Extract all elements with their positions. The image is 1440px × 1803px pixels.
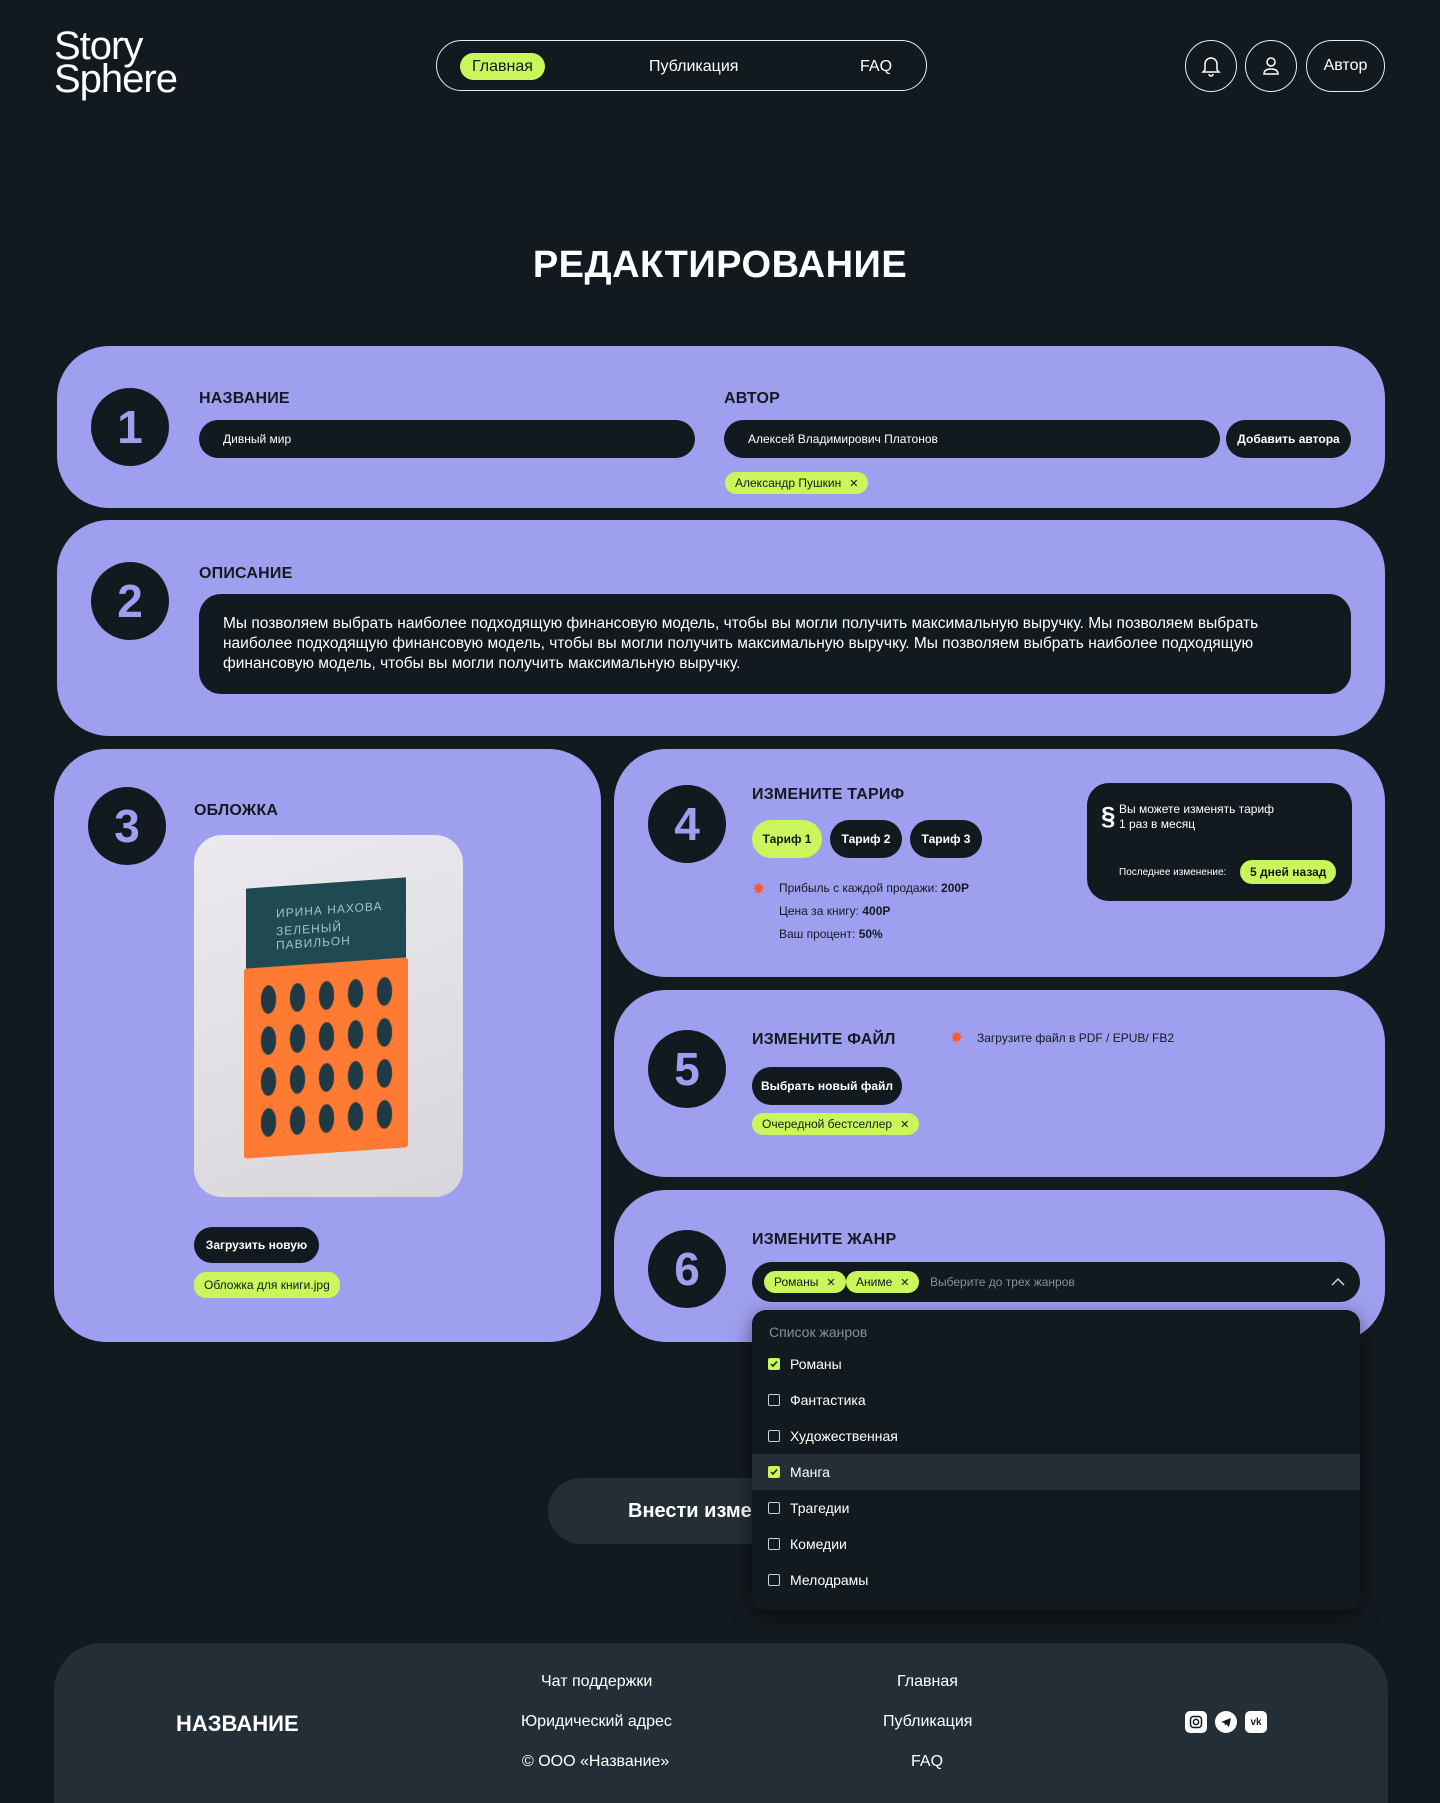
- step-number: 2: [91, 562, 169, 640]
- tariff-note: § Вы можете изменять тариф 1 раз в месяц…: [1087, 783, 1352, 901]
- section-title-author: 1 НАЗВАНИЕ Дивный мир АВТОР Алексей Влад…: [57, 346, 1385, 508]
- section-tariff: 4 ИЗМЕНИТЕ ТАРИФ Тариф 1 Тариф 2 Тариф 3…: [614, 749, 1385, 977]
- nav-home[interactable]: Главная: [460, 53, 545, 80]
- step-number: 5: [648, 1030, 726, 1108]
- checkbox-checked[interactable]: [768, 1358, 780, 1370]
- nav-publication[interactable]: Публикация: [649, 53, 738, 80]
- title-label: НАЗВАНИЕ: [199, 390, 290, 407]
- sparkle-icon: ✸: [752, 881, 766, 898]
- author-button[interactable]: Автор: [1306, 40, 1385, 92]
- close-icon[interactable]: ✕: [826, 1276, 835, 1289]
- sparkle-icon: ✸: [950, 1030, 964, 1047]
- checkbox[interactable]: [768, 1502, 780, 1514]
- genre-option-melodramy[interactable]: Мелодрамы: [752, 1562, 1360, 1598]
- bell-icon: [1201, 57, 1221, 77]
- author-chip[interactable]: Александр Пушкин ✕: [725, 472, 869, 494]
- genre-option-romany[interactable]: Романы: [752, 1346, 1360, 1382]
- genre-chip[interactable]: Аниме ✕: [846, 1271, 920, 1293]
- genre-option-manga[interactable]: Манга: [752, 1454, 1360, 1490]
- nav-faq[interactable]: FAQ: [860, 53, 892, 80]
- checkbox-checked[interactable]: [768, 1466, 780, 1478]
- genre-list-title: Список жанров: [769, 1324, 868, 1340]
- footer-brand: НАЗВАНИЕ: [176, 1711, 299, 1736]
- add-author-button[interactable]: Добавить автора: [1226, 420, 1351, 458]
- footer-link-legal[interactable]: Юридический адрес: [521, 1713, 672, 1731]
- footer-link-home[interactable]: Главная: [897, 1673, 958, 1691]
- page-title: РЕДАКТИРОВАНИЕ: [532, 244, 908, 286]
- genre-option-fantastika[interactable]: Фантастика: [752, 1382, 1360, 1418]
- cover-label: ОБЛОЖКА: [194, 802, 279, 819]
- section-file: 5 ИЗМЕНИТЕ ФАЙЛ ✸ Загрузите файл в PDF /…: [614, 990, 1385, 1177]
- checkbox[interactable]: [768, 1394, 780, 1406]
- description-textarea[interactable]: Мы позволяем выбрать наиболее подходящую…: [199, 594, 1351, 694]
- tariff-1-button[interactable]: Тариф 1: [752, 820, 822, 858]
- genre-option-komedii[interactable]: Комедии: [752, 1526, 1360, 1562]
- instagram-icon[interactable]: [1185, 1711, 1207, 1733]
- telegram-icon[interactable]: [1215, 1711, 1237, 1733]
- checkbox[interactable]: [768, 1538, 780, 1550]
- footer-copyright: © ООО «Название»: [522, 1753, 670, 1770]
- footer-link-faq[interactable]: FAQ: [911, 1753, 943, 1771]
- logo[interactable]: Story Sphere: [54, 26, 178, 99]
- genre-placeholder: Выберите до трех жанров: [930, 1275, 1075, 1289]
- checkbox[interactable]: [768, 1430, 780, 1442]
- cover-image: ИРИНА НАХОВА ЗЕЛЕНЫЙ ПАВИЛЬОН: [194, 835, 463, 1197]
- genre-chip[interactable]: Романы ✕: [764, 1271, 846, 1293]
- close-icon[interactable]: ✕: [900, 1118, 909, 1131]
- footer-link-support[interactable]: Чат поддержки: [541, 1673, 652, 1691]
- genre-option-hudozhestvennaya[interactable]: Художественная: [752, 1418, 1360, 1454]
- description-label: ОПИСАНИЕ: [199, 565, 293, 582]
- tariff-2-button[interactable]: Тариф 2: [830, 820, 902, 858]
- upload-cover-button[interactable]: Загрузить новую: [194, 1227, 319, 1263]
- step-number: 4: [648, 785, 726, 863]
- footer: НАЗВАНИЕ Чат поддержки Юридический адрес…: [54, 1643, 1388, 1803]
- file-hint: Загрузите файл в PDF / EPUB/ FB2: [977, 1031, 1175, 1045]
- file-label: ИЗМЕНИТЕ ФАЙЛ: [752, 1031, 896, 1048]
- step-number: 6: [648, 1230, 726, 1308]
- main-nav: Главная Публикация FAQ: [436, 40, 927, 91]
- cover-file-chip: Обложка для книги.jpg: [194, 1272, 340, 1298]
- section-cover: 3 ОБЛОЖКА ИРИНА НАХОВА ЗЕЛЕНЫЙ ПАВИЛЬОН …: [54, 749, 601, 1342]
- section-sign-icon: §: [1101, 801, 1116, 831]
- genre-label: ИЗМЕНИТЕ ЖАНР: [752, 1231, 897, 1248]
- author-input[interactable]: Алексей Владимирович Платонов: [724, 420, 1220, 458]
- genre-select[interactable]: Романы ✕ Аниме ✕ Выберите до трех жанров: [752, 1262, 1360, 1302]
- notifications-button[interactable]: [1185, 40, 1237, 92]
- genre-dropdown: Список жанров Романы Фантастика Художест…: [752, 1310, 1360, 1610]
- last-change-badge: 5 дней назад: [1240, 860, 1337, 884]
- tariff-label: ИЗМЕНИТЕ ТАРИФ: [752, 786, 905, 803]
- vk-icon[interactable]: vk: [1245, 1711, 1267, 1733]
- profile-button[interactable]: [1245, 40, 1297, 92]
- genre-option-tragedii[interactable]: Трагедии: [752, 1490, 1360, 1526]
- file-chip[interactable]: Очередной бестселлер ✕: [752, 1113, 920, 1135]
- section-description: 2 ОПИСАНИЕ Мы позволяем выбрать наиболее…: [57, 520, 1385, 736]
- title-input[interactable]: Дивный мир: [199, 420, 695, 458]
- tariff-3-button[interactable]: Тариф 3: [910, 820, 982, 858]
- step-number: 3: [88, 787, 166, 865]
- close-icon[interactable]: ✕: [849, 477, 858, 490]
- choose-file-button[interactable]: Выбрать новый файл: [752, 1067, 902, 1105]
- checkbox[interactable]: [768, 1574, 780, 1586]
- chevron-up-icon[interactable]: [1330, 1276, 1346, 1288]
- book-sleeve: [244, 957, 408, 1159]
- close-icon[interactable]: ✕: [900, 1276, 909, 1289]
- step-number: 1: [91, 388, 169, 466]
- user-icon: [1263, 57, 1279, 75]
- footer-link-publication[interactable]: Публикация: [883, 1713, 972, 1731]
- author-label: АВТОР: [724, 390, 780, 407]
